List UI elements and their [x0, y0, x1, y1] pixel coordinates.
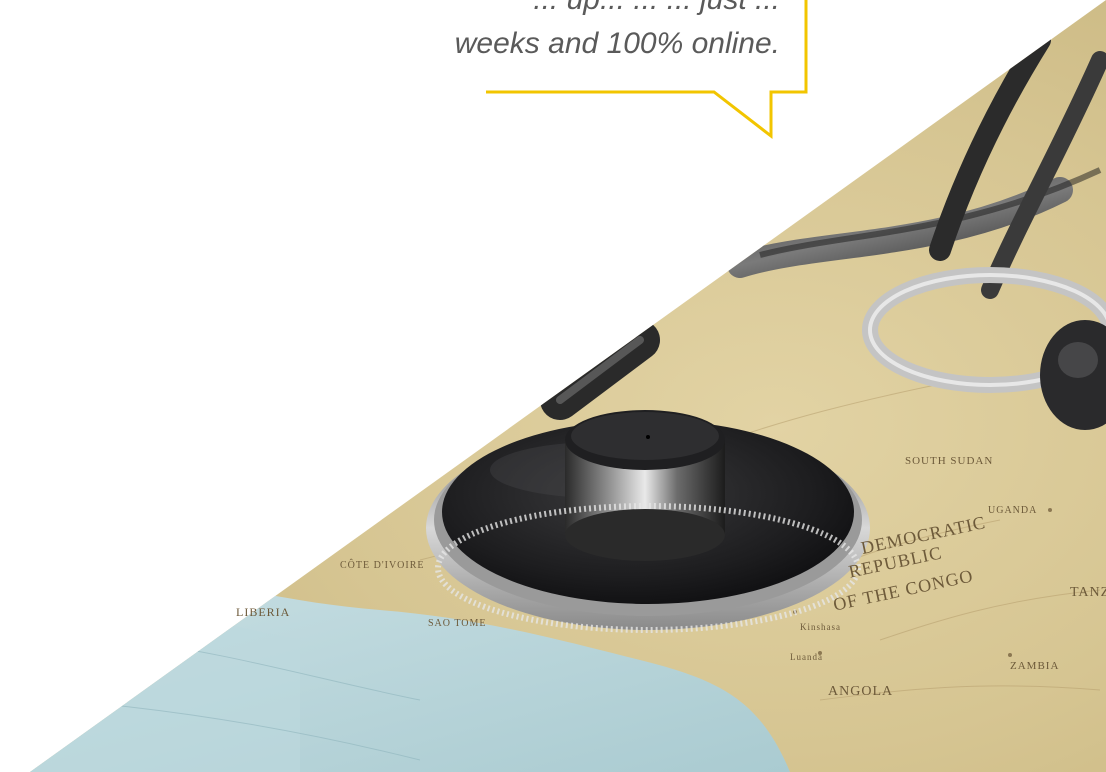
quote-text-line-1: ... up... ... ... just ... — [20, 0, 780, 18]
quote-text-line-2: weeks and 100% online. — [454, 27, 780, 60]
quote-bubble: ... up... ... ... just ... weeks and 100… — [0, 0, 1106, 772]
bubble-outline — [486, 0, 808, 140]
page: LIBERIA CÔTE D'IVOIRE SAO TOME DEMOCRATI… — [0, 0, 1106, 772]
